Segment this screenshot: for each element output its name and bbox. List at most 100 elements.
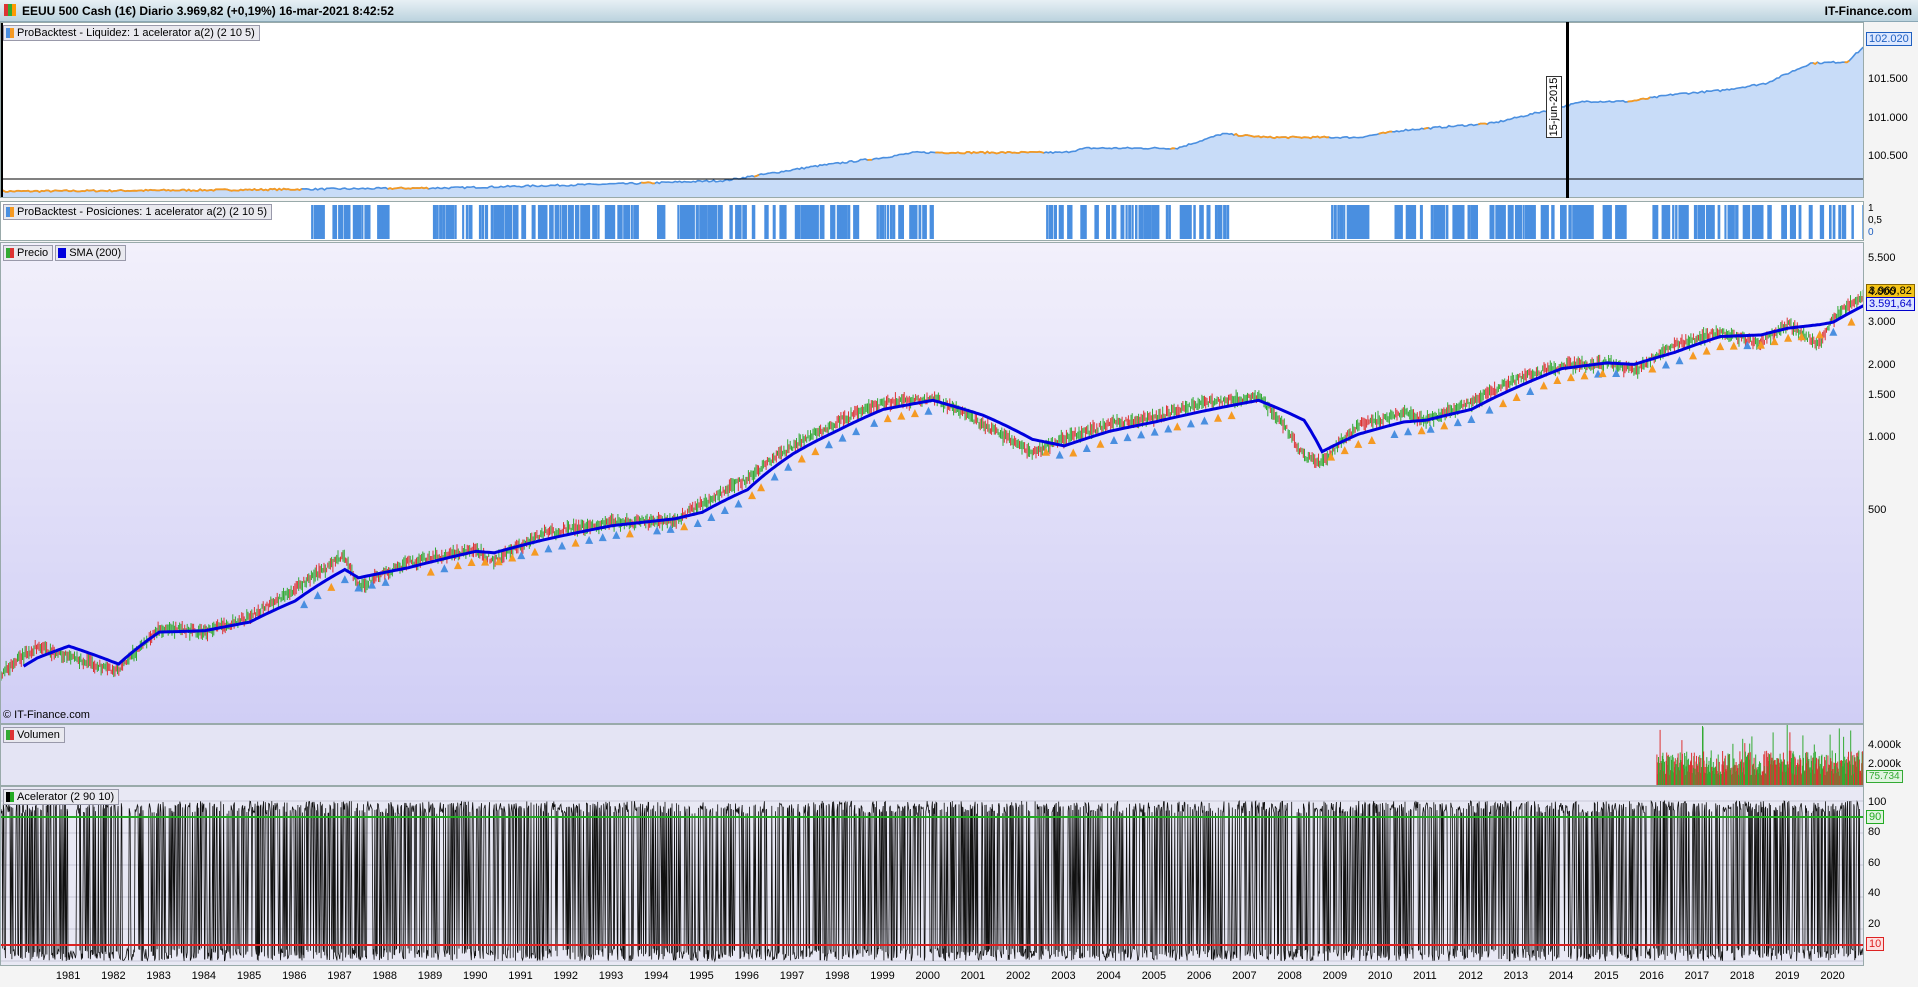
position-bar — [1724, 205, 1727, 239]
trade-marker-icon — [1096, 439, 1105, 448]
trade-marker-icon — [757, 483, 766, 492]
x-tick-label: 1987 — [327, 970, 352, 982]
x-tick-label: 2018 — [1729, 970, 1755, 982]
equity-panel[interactable]: ProBacktest - Liquidez: 1 acelerator a(2… — [0, 22, 1864, 198]
trade-marker-icon — [585, 535, 594, 544]
sma-last-value: 3.591,64 — [1866, 296, 1915, 311]
x-tick-label: 1986 — [282, 970, 307, 982]
position-bar — [764, 205, 769, 239]
trade-marker-icon — [1109, 435, 1118, 444]
trade-marker-icon — [1404, 427, 1413, 436]
date-cursor-line[interactable] — [1566, 22, 1569, 198]
position-bar — [1562, 205, 1567, 239]
position-bar — [1331, 205, 1334, 239]
position-bar — [1135, 205, 1138, 239]
x-tick-label: 1982 — [101, 970, 126, 982]
price-ytick: 1.500 — [1868, 388, 1896, 401]
trade-marker-icon — [811, 447, 820, 456]
position-bar — [1146, 205, 1150, 239]
position-bar — [442, 205, 446, 239]
equity-ytick: 101.000 — [1868, 112, 1908, 124]
position-bar — [586, 205, 591, 239]
position-bar — [1096, 205, 1099, 239]
price-panel[interactable]: Precio SMA (200) © IT-Finance.com — [0, 242, 1864, 724]
trade-marker-icon — [1440, 421, 1449, 430]
trade-marker-icon — [910, 409, 919, 418]
position-bar — [884, 205, 887, 239]
trade-marker-icon — [1539, 381, 1548, 390]
position-bar — [1793, 205, 1796, 239]
trade-marker-icon — [1716, 342, 1725, 351]
x-tick-label: 2012 — [1458, 970, 1483, 982]
equity-legend[interactable]: ProBacktest - Liquidez: 1 acelerator a(2… — [3, 25, 260, 41]
accelerator-legend[interactable]: Acelerator (2 90 10) — [3, 789, 120, 805]
position-bar — [887, 205, 889, 239]
positions-chart — [311, 205, 1863, 239]
position-bar — [1735, 205, 1739, 239]
position-bar — [1339, 205, 1344, 239]
x-tick-label: 2016 — [1639, 970, 1664, 982]
position-bar — [856, 205, 860, 239]
accelerator-chart — [1, 799, 1863, 963]
position-bar — [1149, 205, 1152, 239]
trade-marker-icon — [1770, 337, 1779, 346]
position-bar — [1461, 205, 1465, 239]
trade-marker-icon — [426, 567, 435, 576]
price-ytick: 1.000 — [1868, 431, 1896, 444]
position-bar — [1120, 205, 1125, 239]
x-tick-label: 2011 — [1413, 970, 1437, 982]
position-bar — [900, 205, 904, 239]
position-bar — [1700, 205, 1705, 239]
accelerator-upper-level: 90 — [1866, 810, 1885, 824]
position-bar — [1551, 205, 1555, 239]
position-bar — [782, 205, 787, 239]
x-tick-label: 2013 — [1503, 970, 1529, 982]
trade-marker-icon — [824, 440, 833, 449]
position-bar — [1667, 205, 1671, 239]
trade-marker-icon — [720, 505, 729, 514]
trade-marker-icon — [517, 551, 526, 560]
position-bar — [1445, 205, 1449, 239]
volume-legend[interactable]: Volumen — [3, 727, 65, 743]
volume-panel[interactable]: Volumen — [0, 724, 1864, 786]
trade-marker-icon — [508, 553, 517, 562]
position-bar — [465, 205, 469, 239]
equity-flat-segment — [1170, 147, 1176, 150]
x-tick-label: 1984 — [191, 970, 217, 982]
trade-marker-icon — [1553, 375, 1562, 384]
sma-legend-label: SMA (200) — [69, 247, 122, 259]
position-bar — [436, 205, 439, 239]
position-bar — [876, 205, 879, 239]
position-bar — [1742, 205, 1747, 239]
position-bar — [1187, 205, 1192, 239]
position-bar — [594, 205, 598, 239]
trade-marker-icon — [1214, 413, 1223, 422]
position-bar — [1070, 205, 1073, 239]
position-bar — [1343, 205, 1346, 239]
trade-marker-icon — [1186, 419, 1195, 428]
trade-marker-icon — [1829, 327, 1838, 336]
positions-legend[interactable]: ProBacktest - Posiciones: 1 acelerator a… — [3, 204, 273, 220]
position-bar — [879, 205, 884, 239]
price-legend[interactable]: Precio — [3, 245, 54, 261]
trade-marker-icon — [1675, 356, 1684, 365]
positions-panel[interactable]: ProBacktest - Posiciones: 1 acelerator a… — [0, 201, 1864, 241]
position-bar — [1337, 205, 1340, 239]
price-ytick: 500 — [1868, 504, 1887, 517]
sma-legend[interactable]: SMA (200) — [55, 245, 127, 261]
accelerator-panel[interactable]: Acelerator (2 90 10) — [0, 786, 1864, 966]
position-bar — [1717, 205, 1721, 239]
trade-marker-icon — [598, 533, 607, 542]
window-title: EEUU 500 Cash (1€) Diario 3.969,82 (+0,1… — [22, 4, 394, 18]
trade-marker-icon — [924, 406, 933, 415]
position-bar — [1675, 205, 1678, 239]
position-bar — [379, 205, 383, 239]
trade-marker-icon — [300, 600, 309, 609]
price-watermark: © IT-Finance.com — [3, 709, 90, 721]
price-chart — [1, 289, 1863, 681]
position-bar — [1061, 205, 1064, 239]
volume-legend-label: Volumen — [17, 729, 60, 741]
trade-marker-icon — [693, 518, 702, 527]
position-bar — [918, 205, 922, 239]
position-bar — [1607, 205, 1612, 239]
